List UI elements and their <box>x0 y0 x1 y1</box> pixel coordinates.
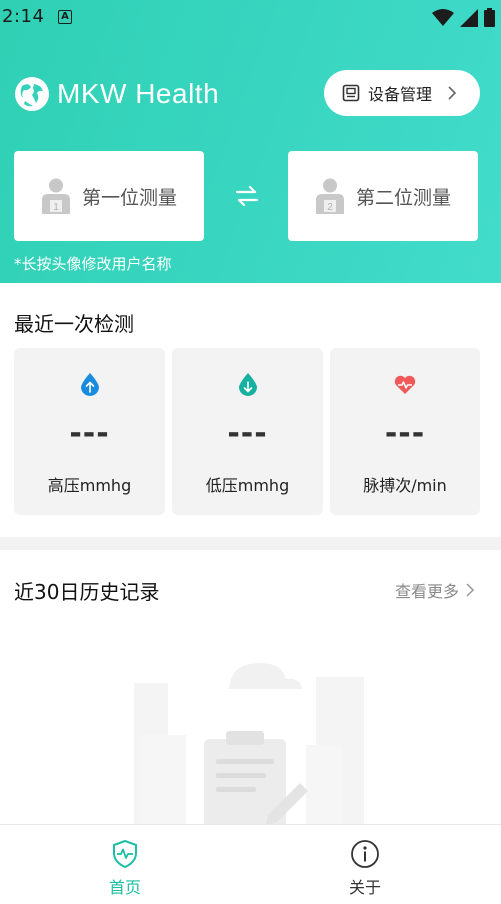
user-name-second: 第二位测量 <box>356 186 452 209</box>
swap-users-icon[interactable] <box>234 183 260 209</box>
bottom-navigation: 首页 关于 <box>0 824 501 904</box>
user-name-first: 第一位测量 <box>82 186 178 209</box>
blood-drop-up-icon <box>80 373 99 396</box>
info-icon <box>351 840 379 868</box>
view-more-link[interactable]: 查看更多 <box>395 578 475 602</box>
metric-label: 低压mmhg <box>205 476 290 495</box>
wifi-icon <box>432 9 454 26</box>
nav-label-home: 首页 <box>108 878 141 897</box>
history-title: 近30日历史记录 <box>14 580 160 604</box>
chevron-right-icon <box>466 583 475 597</box>
battery-icon <box>484 8 495 27</box>
avatar-badge: 2 <box>327 202 333 213</box>
blood-drop-down-icon <box>238 373 257 396</box>
avatar-hint: *长按头像修改用户名称 <box>14 255 172 273</box>
chevron-right-icon <box>448 86 457 100</box>
user-avatar-icon: 2 <box>316 178 344 214</box>
app-screen: 2:14 A MKW Health 设备管理 1 第一位测量 2 第二位测量 *… <box>0 0 501 904</box>
view-more-label: 查看更多 <box>394 582 459 601</box>
metric-value: --- <box>227 416 268 451</box>
globe-logo-icon <box>15 77 49 111</box>
metric-systolic[interactable]: --- 高压mmhg <box>14 348 165 515</box>
metric-value: --- <box>384 416 426 451</box>
nav-item-about[interactable]: 关于 <box>240 825 490 903</box>
metric-diastolic[interactable]: --- 低压mmhg <box>172 348 323 515</box>
section-divider <box>0 537 501 550</box>
user-avatar-icon: 1 <box>42 178 70 214</box>
nav-item-home[interactable]: 首页 <box>0 825 250 903</box>
status-bar: 2:14 A <box>0 0 501 34</box>
device-button-label: 设备管理 <box>368 85 433 104</box>
signal-icon <box>460 9 478 27</box>
device-icon <box>342 84 360 102</box>
nav-label-about: 关于 <box>348 878 381 897</box>
brand: MKW Health <box>14 74 219 114</box>
user-card-first[interactable]: 1 第一位测量 <box>14 151 204 241</box>
metric-label: 脉搏次/min <box>363 476 447 495</box>
app-name: MKW Health <box>57 78 220 109</box>
avatar-badge: 1 <box>53 202 59 213</box>
device-management-button[interactable]: 设备管理 <box>324 70 480 116</box>
status-icons <box>432 7 495 27</box>
metric-value: --- <box>69 416 110 451</box>
metric-label: 高压mmhg <box>47 476 132 495</box>
notification-icon: A <box>58 10 72 24</box>
recent-title: 最近一次检测 <box>14 312 134 336</box>
user-card-second[interactable]: 2 第二位测量 <box>288 151 478 241</box>
heart-pulse-icon <box>394 375 416 394</box>
empty-state-illustration <box>134 663 364 825</box>
status-time: 2:14 <box>2 6 45 27</box>
metric-pulse[interactable]: --- 脉搏次/min <box>330 348 480 515</box>
shield-pulse-icon <box>113 839 137 869</box>
